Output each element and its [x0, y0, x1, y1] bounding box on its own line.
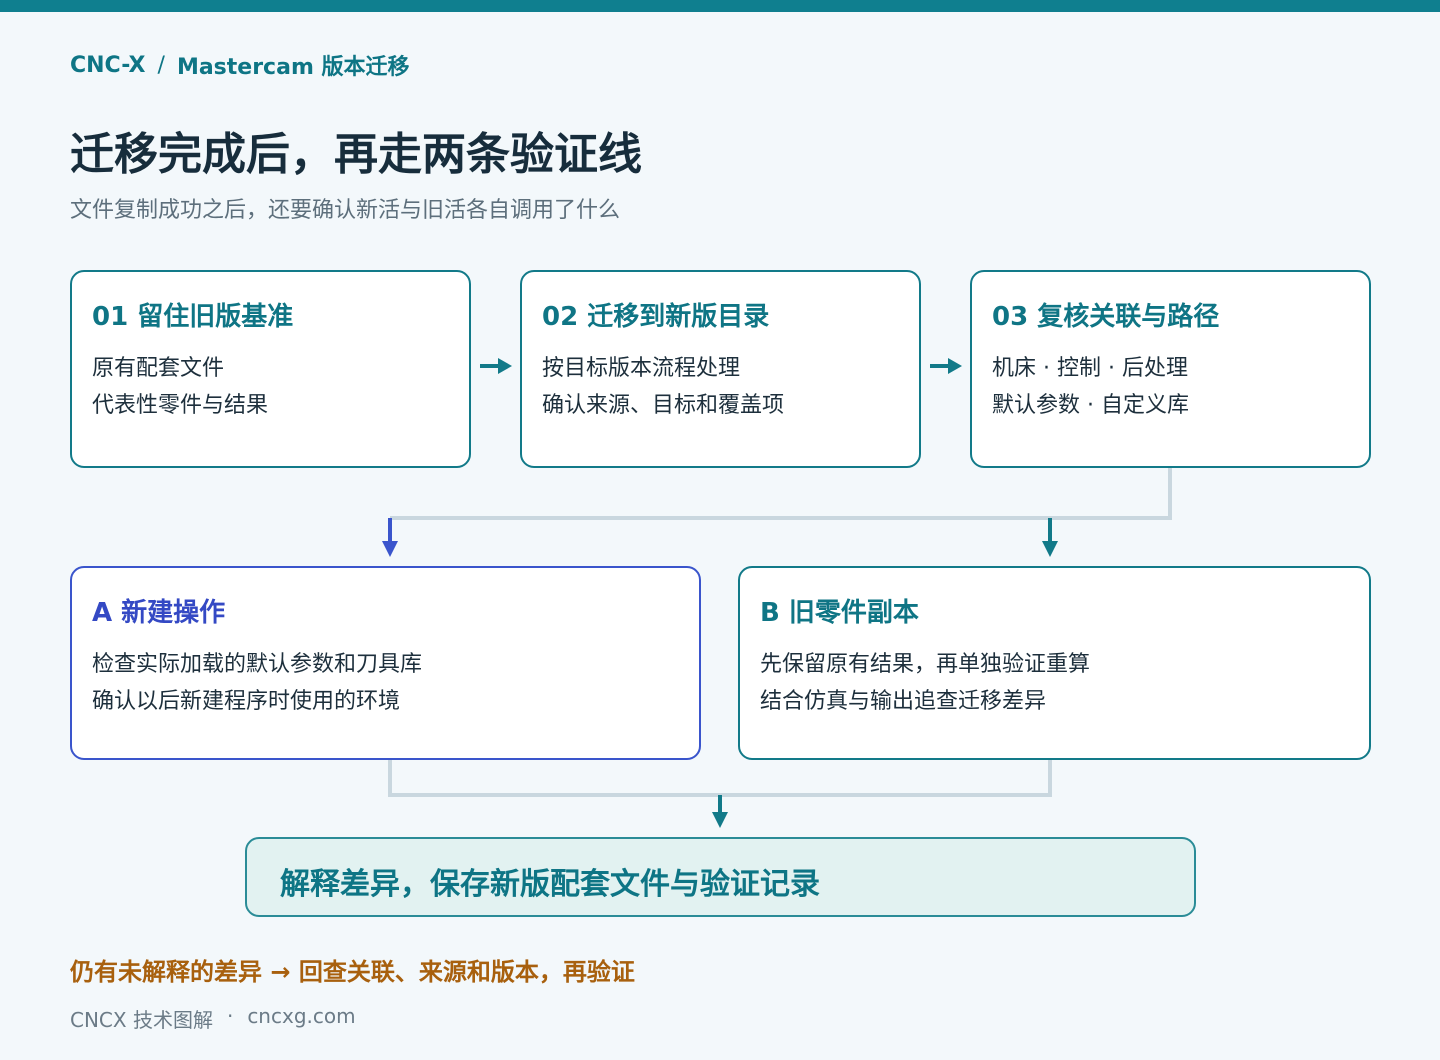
footer: CNCX 技术图解 · cncxg.com — [70, 1004, 356, 1033]
arrow-step1-to-step2 — [480, 358, 512, 374]
branch-card-line: 结合仿真与输出追查迁移差异 — [760, 689, 1047, 714]
branch-card-title: A 新建操作 — [92, 598, 226, 628]
step-card-title: 03 复核关联与路径 — [992, 302, 1220, 332]
step-card-line: 代表性零件与结果 — [92, 393, 269, 418]
arrow-step2-to-step3 — [930, 358, 962, 374]
result-box: 解释差异，保存新版配套文件与验证记录 — [245, 837, 1196, 917]
branch-card-new-operation: A 新建操作 检查实际加载的默认参数和刀具库 确认以后新建程序时使用的环境 — [70, 566, 701, 760]
footer-dot: · — [226, 1004, 234, 1028]
branch-card-title: B 旧零件副本 — [760, 598, 919, 628]
footer-site-link[interactable]: cncxg.com — [247, 1004, 355, 1033]
footer-brand: CNCX 技术图解 — [70, 1008, 213, 1032]
step-card-title: 01 留住旧版基准 — [92, 302, 294, 332]
split-connector — [382, 468, 1172, 557]
step-card-1: 01 留住旧版基准 原有配套文件 代表性零件与结果 — [70, 270, 471, 468]
result-text: 解释差异，保存新版配套文件与验证记录 — [280, 867, 820, 902]
step-card-line: 机床 · 控制 · 后处理 — [992, 356, 1188, 381]
step-card-line: 原有配套文件 — [92, 356, 225, 381]
merge-connector — [388, 760, 1052, 828]
step-card-3: 03 复核关联与路径 机床 · 控制 · 后处理 默认参数 · 自定义库 — [970, 270, 1371, 468]
step-card-line: 确认来源、目标和覆盖项 — [542, 393, 785, 418]
branch-card-line: 确认以后新建程序时使用的环境 — [92, 689, 401, 714]
branch-card-old-part-copy: B 旧零件副本 先保留原有结果，再单独验证重算 结合仿真与输出追查迁移差异 — [738, 566, 1371, 760]
branch-card-line: 检查实际加载的默认参数和刀具库 — [92, 652, 423, 677]
branch-card-line: 先保留原有结果，再单独验证重算 — [760, 652, 1091, 677]
step-card-2: 02 迁移到新版目录 按目标版本流程处理 确认来源、目标和覆盖项 — [520, 270, 921, 468]
feedback-note: 仍有未解释的差异 → 回查关联、来源和版本，再验证 — [70, 958, 635, 986]
step-card-line: 默认参数 · 自定义库 — [992, 393, 1189, 418]
step-card-line: 按目标版本流程处理 — [542, 356, 741, 381]
step-card-title: 02 迁移到新版目录 — [542, 302, 770, 332]
